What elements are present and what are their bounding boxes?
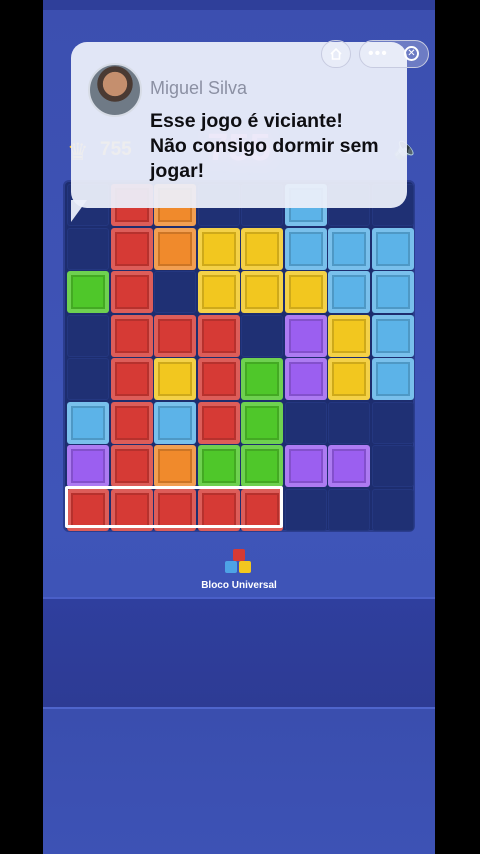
block-cell[interactable] — [154, 358, 196, 400]
notification-message: Esse jogo é viciante! Não consigo dormir… — [150, 110, 379, 182]
bottom-panel — [43, 707, 435, 854]
block-cell[interactable] — [197, 271, 240, 313]
empty-cell[interactable] — [284, 401, 327, 444]
block-cell[interactable] — [241, 445, 283, 487]
block-cell[interactable] — [197, 401, 240, 444]
close-icon[interactable]: ✕ — [404, 46, 419, 61]
game-board[interactable] — [63, 180, 415, 532]
block-cell[interactable] — [110, 271, 153, 313]
block-cell[interactable] — [241, 271, 283, 313]
empty-cell[interactable] — [241, 314, 283, 357]
block-cell[interactable] — [241, 227, 283, 270]
block-cell[interactable] — [197, 445, 240, 487]
logo-red-block — [233, 549, 245, 561]
menu-capsule: ••• ✕ — [359, 40, 429, 68]
empty-cell[interactable] — [67, 358, 109, 400]
empty-cell[interactable] — [328, 401, 370, 444]
status-strip — [43, 0, 435, 10]
block-cell[interactable] — [328, 445, 370, 487]
block-cell[interactable] — [328, 227, 370, 270]
home-icon — [330, 47, 342, 60]
home-button[interactable] — [321, 40, 351, 68]
block-cell[interactable] — [328, 314, 370, 357]
block-cell[interactable] — [154, 314, 196, 357]
logo-yellow-block — [239, 561, 251, 573]
empty-cell[interactable] — [284, 488, 327, 531]
block-cell[interactable] — [284, 358, 327, 400]
block-cell[interactable] — [371, 358, 414, 400]
block-cell[interactable] — [241, 358, 283, 400]
block-cell[interactable] — [241, 401, 283, 444]
empty-cell[interactable] — [328, 488, 370, 531]
more-icon[interactable]: ••• — [368, 41, 388, 66]
block-cell[interactable] — [371, 227, 414, 270]
block-cell[interactable] — [197, 314, 240, 357]
placement-highlight — [65, 486, 283, 528]
empty-cell[interactable] — [67, 227, 109, 270]
brand-logo — [219, 549, 259, 579]
block-cell[interactable] — [110, 445, 153, 487]
block-cell[interactable] — [197, 358, 240, 400]
logo-blue-block — [225, 561, 237, 573]
block-cell[interactable] — [67, 271, 109, 313]
block-cell[interactable] — [154, 445, 196, 487]
empty-cell[interactable] — [154, 271, 196, 313]
brand-name: Bloco Universal — [201, 580, 277, 591]
empty-cell[interactable] — [371, 401, 414, 444]
block-cell[interactable] — [284, 445, 327, 487]
piece-tray[interactable] — [43, 597, 435, 709]
block-cell[interactable] — [67, 445, 109, 487]
block-cell[interactable] — [110, 358, 153, 400]
message-notification[interactable]: Miguel Silva Esse jogo é viciante! Não c… — [71, 42, 407, 208]
block-cell[interactable] — [110, 401, 153, 444]
notification-tail — [71, 200, 87, 222]
avatar — [88, 63, 142, 117]
block-cell[interactable] — [328, 271, 370, 313]
empty-cell[interactable] — [67, 314, 109, 357]
block-cell[interactable] — [154, 227, 196, 270]
block-cell[interactable] — [110, 314, 153, 357]
block-cell[interactable] — [284, 227, 327, 270]
block-cell[interactable] — [197, 227, 240, 270]
sender-name: Miguel Silva — [150, 78, 248, 98]
empty-cell[interactable] — [371, 488, 414, 531]
block-cell[interactable] — [328, 358, 370, 400]
block-cell[interactable] — [371, 271, 414, 313]
block-cell[interactable] — [154, 401, 196, 444]
empty-cell[interactable] — [371, 445, 414, 487]
block-cell[interactable] — [371, 314, 414, 357]
block-cell[interactable] — [284, 314, 327, 357]
block-cell[interactable] — [110, 227, 153, 270]
block-cell[interactable] — [67, 401, 109, 444]
block-cell[interactable] — [284, 271, 327, 313]
